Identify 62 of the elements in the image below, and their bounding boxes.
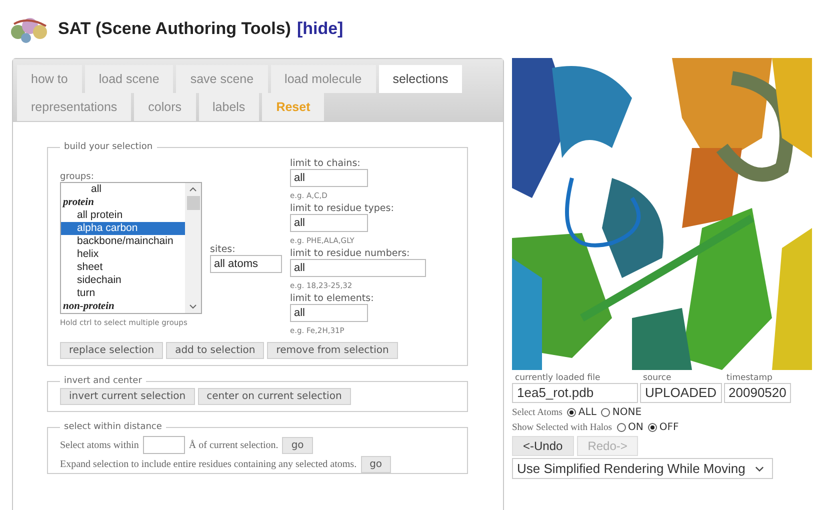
file-info-label: currently loaded file [514,373,602,383]
radio-label: NONE [612,407,642,418]
group-legend: invert and center [60,376,146,386]
scroll-up-icon[interactable] [189,187,197,192]
distance-unit-label: Å of current selection. [188,440,278,450]
radio-label: ALL [578,407,596,418]
radio-label: ON [628,422,644,433]
list-option[interactable]: all [61,183,185,196]
file-info-value: 1ea5_rot.pdb [512,383,638,403]
radio-row-label: Show Selected with Halos [512,422,612,432]
list-option[interactable]: backbone/mainchain [61,235,185,248]
selection-button[interactable]: invert current selection [60,388,195,405]
radio-button[interactable] [601,408,610,417]
file-info-label: source [642,373,672,383]
selection-button[interactable]: center on current selection [198,388,351,405]
list-option[interactable]: protein [61,196,98,209]
selection-button[interactable]: add to selection [166,342,264,359]
limit-field[interactable]: all [290,304,368,322]
list-option[interactable]: sheet [61,261,185,274]
sites-label: sites: [210,244,236,255]
hide-link[interactable]: [hide] [296,19,344,39]
selection-button[interactable]: remove from selection [267,342,398,359]
page-title: SAT (Scene Authoring Tools) [58,19,291,39]
limit-field[interactable]: all [290,214,368,232]
limit-field[interactable]: all [290,259,426,277]
sites-field[interactable]: all atoms [210,255,282,273]
distance-label: Select atoms within [60,440,139,450]
limit-label: limit to residue numbers: [290,248,411,259]
file-info-label: timestamp [726,373,774,383]
limit-label: limit to elements: [290,293,375,304]
group-legend: build your selection [60,142,157,152]
distance-field[interactable] [142,436,185,454]
file-info-value: 20090520 [724,383,792,403]
limit-field[interactable]: all [290,169,368,187]
caret-icon [755,466,764,472]
expand-label: Expand selection to include entire residues containing any selected atoms. [60,459,357,470]
list-option[interactable]: turn [61,287,185,300]
list-option[interactable]: sidechain [61,274,185,287]
rendering-dropdown[interactable]: Use Simplified Rendering While Moving [512,458,774,479]
list-option[interactable]: non-protein [61,300,118,313]
go-button[interactable]: go [282,436,313,454]
groups-listbox[interactable]: all protein all protein alpha carbon backbone/mainchain helix sheet sidechain turn non-protein [60,182,202,314]
list-option[interactable]: helix [61,248,185,261]
undo-button[interactable]: <-Undo [512,436,574,456]
radio-row-label: Select Atoms [512,408,562,418]
scroll-thumb[interactable] [186,196,200,210]
file-info-value: UPLOADED [640,383,722,403]
radio-button[interactable] [567,408,576,417]
radio-label: OFF [659,422,679,433]
limit-label: limit to residue types: [290,203,395,214]
radio-button[interactable] [648,423,658,432]
list-option[interactable]: all protein [61,209,185,222]
tab[interactable]: selections [378,65,462,93]
scrollbar[interactable] [185,183,201,313]
selection-button[interactable]: replace selection [60,342,164,359]
limit-label: limit to chains: [290,158,362,169]
go-button[interactable]: go [360,456,392,473]
list-option[interactable]: alpha carbon [61,222,185,235]
scroll-down-icon[interactable] [189,304,197,309]
group-legend: select within distance [60,422,166,432]
groups-label: groups: [60,172,95,182]
radio-button[interactable] [617,423,626,432]
